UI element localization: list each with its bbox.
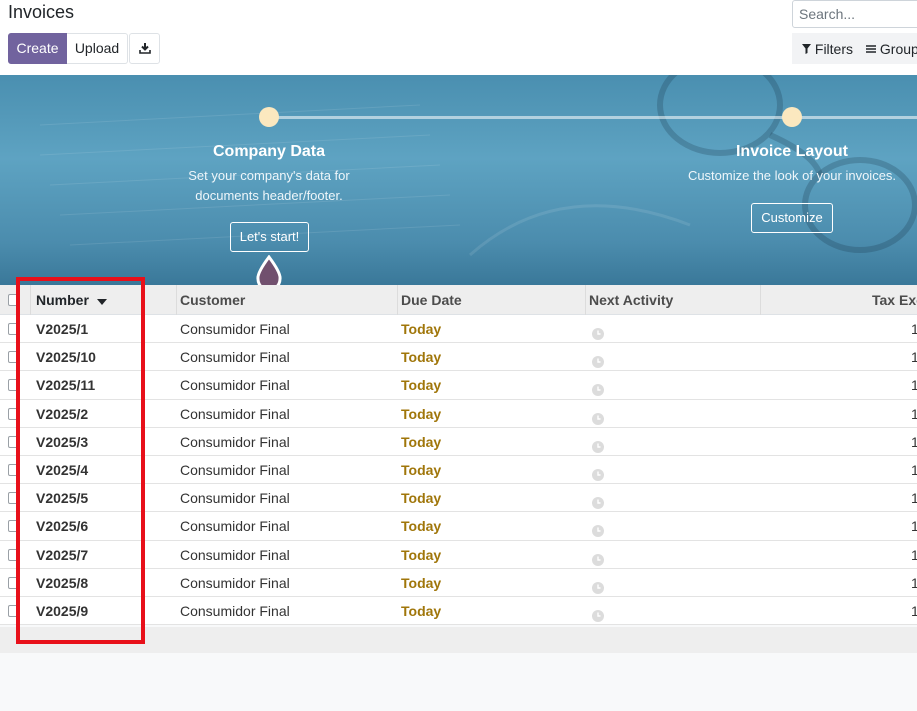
progress-track (269, 116, 917, 119)
tax-excluded-amount: 1 (911, 377, 917, 394)
step-marker (782, 107, 802, 127)
due-date: Today (401, 405, 442, 422)
tax-excluded-amount: 1 (911, 546, 917, 563)
due-date: Today (401, 602, 442, 619)
step-desc-company: Set your company's data for documents he… (174, 166, 364, 206)
current-step-indicator (256, 255, 282, 285)
column-due-date[interactable]: Due Date (401, 285, 462, 315)
tax-excluded-amount: 1 (911, 461, 917, 478)
tax-excluded-amount: 1 (911, 602, 917, 619)
column-customer[interactable]: Customer (180, 285, 245, 315)
due-date: Today (401, 461, 442, 478)
tax-excluded-amount: 1 (911, 405, 917, 422)
customize-button[interactable]: Customize (751, 203, 833, 233)
tax-excluded-amount: 1 (911, 518, 917, 535)
column-separator (585, 285, 586, 315)
step-desc-line: documents header/footer. (195, 188, 343, 203)
list-icon (866, 45, 876, 53)
filter-icon (802, 44, 811, 54)
download-button[interactable] (129, 33, 160, 64)
customer-name: Consumidor Final (180, 490, 290, 507)
step-title-invoice-layout: Invoice Layout (735, 143, 849, 160)
download-icon (138, 43, 151, 54)
filters-label: Filters (814, 41, 854, 57)
due-date: Today (401, 377, 442, 394)
lets-start-button[interactable]: Let's start! (230, 222, 309, 252)
create-button[interactable]: Create (8, 33, 67, 64)
due-date: Today (401, 490, 442, 507)
due-date: Today (401, 574, 442, 591)
customer-name: Consumidor Final (180, 574, 290, 591)
tax-excluded-amount: 1 (911, 321, 917, 337)
search-input[interactable]: Search... (792, 0, 917, 28)
due-date: Today (401, 433, 442, 450)
customer-name: Consumidor Final (180, 405, 290, 422)
due-date: Today (401, 546, 442, 563)
search-options: Filters Group (792, 33, 917, 64)
onboarding-banner: Company Data Set your company's data for… (0, 75, 917, 285)
due-date: Today (401, 321, 442, 337)
step-marker (259, 107, 279, 127)
column-separator (760, 285, 761, 315)
step-desc-line: Set your company's data for (188, 168, 350, 183)
customer-name: Consumidor Final (180, 349, 290, 366)
column-tax-excluded[interactable]: Tax Exc (872, 285, 917, 315)
customer-name: Consumidor Final (180, 461, 290, 478)
upload-button[interactable]: Upload (67, 33, 128, 64)
customer-name: Consumidor Final (180, 433, 290, 450)
tax-excluded-amount: 1 (911, 490, 917, 507)
customer-name: Consumidor Final (180, 518, 290, 535)
tax-excluded-amount: 1 (911, 433, 917, 450)
customer-name: Consumidor Final (180, 546, 290, 563)
groupby-toggle[interactable]: Group (866, 41, 917, 57)
tax-excluded-amount: 1 (911, 349, 917, 366)
filters-toggle[interactable]: Filters (802, 41, 853, 57)
customer-name: Consumidor Final (180, 377, 290, 394)
highlight-box (16, 277, 145, 644)
page-title: Invoices (8, 2, 75, 22)
step-title-company: Company Data (212, 143, 326, 160)
customer-name: Consumidor Final (180, 602, 290, 619)
tax-excluded-amount: 1 (911, 574, 917, 591)
due-date: Today (401, 518, 442, 535)
step-desc-invoice-layout: Customize the look of your invoices. (687, 168, 897, 183)
column-next-activity[interactable]: Next Activity (589, 285, 673, 315)
due-date: Today (401, 349, 442, 366)
column-separator (176, 285, 177, 315)
groupby-label: Group (879, 41, 917, 57)
control-panel: Invoices Create Upload Search... Filters… (0, 0, 917, 75)
customer-name: Consumidor Final (180, 321, 290, 337)
column-separator (397, 285, 398, 315)
